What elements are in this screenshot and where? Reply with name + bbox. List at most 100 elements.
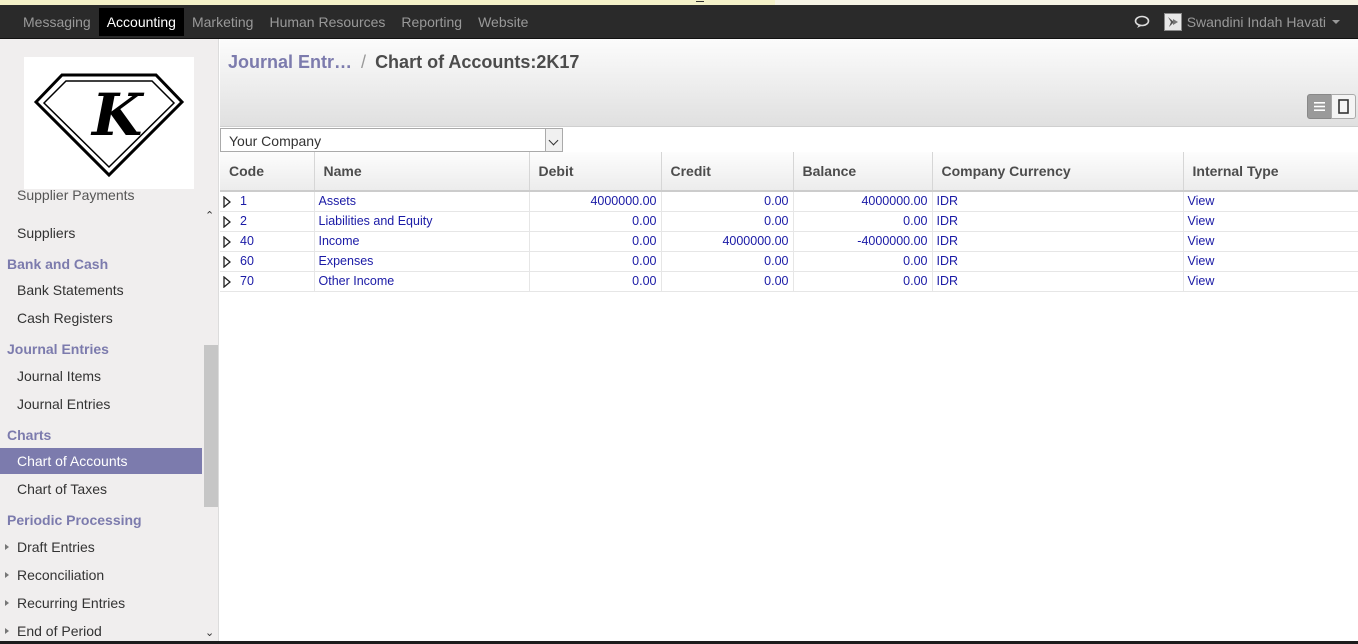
list-view-button[interactable] (1307, 94, 1332, 119)
column-header-debit[interactable]: Debit (529, 152, 662, 192)
column-header-code[interactable]: Code (220, 152, 315, 192)
cell-name[interactable]: Liabilities and Equity (314, 211, 530, 232)
cell-balance[interactable]: 0.00 (793, 271, 933, 292)
column-header-balance[interactable]: Balance (793, 152, 933, 192)
sidebar-item-recurring-entries[interactable]: Recurring Entries (0, 590, 202, 616)
sidebar-item-journal-entries[interactable]: Journal Entries (0, 391, 202, 417)
cell-balance[interactable]: 0.00 (793, 251, 933, 272)
sidebar-item-cash-registers[interactable]: Cash Registers (0, 305, 202, 331)
cell-debit[interactable]: 4000000.00 (529, 191, 662, 212)
cell-code[interactable]: 1 (220, 191, 315, 212)
cell-code[interactable]: 2 (220, 211, 315, 232)
page-title: Chart of Accounts:2K17 (375, 52, 580, 72)
table-row[interactable]: 1 Assets 4000000.00 0.00 4000000.00 IDR … (220, 191, 1358, 212)
cell-debit[interactable]: 0.00 (529, 211, 662, 232)
scrollbar-thumb[interactable] (204, 345, 218, 507)
chat-icon[interactable] (1134, 15, 1150, 29)
cell-code[interactable]: 70 (220, 271, 315, 292)
expand-arrow-icon[interactable] (223, 275, 231, 288)
table-row[interactable]: 60 Expenses 0.00 0.00 0.00 IDR View (220, 251, 1358, 272)
top-menu: Messaging Accounting Marketing Human Res… (15, 5, 536, 39)
breadcrumb-separator: / (361, 52, 367, 72)
sidebar-item-chart-of-taxes[interactable]: Chart of Taxes (0, 476, 202, 502)
table-row[interactable]: 70 Other Income 0.00 0.00 0.00 IDR View (220, 271, 1358, 292)
sidebar-item-label: End of Period (17, 623, 102, 639)
cell-internal-type[interactable]: View (1183, 231, 1358, 252)
cell-internal-type[interactable]: View (1183, 251, 1358, 272)
chevron-down-icon[interactable] (545, 129, 562, 151)
sidebar-item-reconciliation[interactable]: Reconciliation (0, 562, 202, 588)
company-filter-value: Your Company (229, 133, 322, 149)
cell-code-text: 40 (240, 234, 254, 248)
column-header-credit[interactable]: Credit (661, 152, 794, 192)
form-view-button[interactable] (1331, 94, 1356, 119)
menu-marketing[interactable]: Marketing (184, 5, 261, 39)
company-filter-select[interactable]: Your Company (220, 128, 563, 152)
sidebar-item-chart-of-accounts[interactable]: Chart of Accounts (0, 448, 202, 474)
chevron-down-icon[interactable]: ⌄ (205, 626, 214, 639)
cell-debit[interactable]: 0.00 (529, 231, 662, 252)
breadcrumb-parent[interactable]: Journal Entr… (228, 52, 352, 72)
expand-arrow-icon[interactable] (5, 572, 9, 578)
cell-currency[interactable]: IDR (932, 231, 1184, 252)
cell-code[interactable]: 40 (220, 231, 315, 252)
sidebar-scrollbar[interactable]: ⌃ ⌄ (203, 209, 218, 644)
cell-code-text: 70 (240, 274, 254, 288)
cell-balance[interactable]: 0.00 (793, 211, 933, 232)
column-header-name[interactable]: Name (314, 152, 530, 192)
menu-website[interactable]: Website (470, 5, 536, 39)
table-row[interactable]: 2 Liabilities and Equity 0.00 0.00 0.00 … (220, 211, 1358, 232)
cell-balance[interactable]: -4000000.00 (793, 231, 933, 252)
cell-internal-type[interactable]: View (1183, 191, 1358, 212)
logo-letter: K (90, 81, 145, 149)
cell-name[interactable]: Income (314, 231, 530, 252)
cell-code[interactable]: 60 (220, 251, 315, 272)
cell-balance[interactable]: 4000000.00 (793, 191, 933, 212)
menu-reporting[interactable]: Reporting (393, 5, 470, 39)
sidebar-item-label: Draft Entries (17, 539, 95, 555)
company-logo: K (24, 57, 194, 189)
expand-arrow-icon[interactable] (223, 196, 231, 208)
sidebar-item-draft-entries[interactable]: Draft Entries (0, 534, 202, 560)
sidebar-item-supplier-payments[interactable]: Supplier Payments (0, 190, 202, 206)
cell-credit[interactable]: 0.00 (661, 271, 794, 292)
menu-accounting[interactable]: Accounting (98, 8, 184, 36)
avatar[interactable] (1163, 13, 1182, 31)
cell-currency[interactable]: IDR (932, 191, 1184, 212)
expand-arrow-icon[interactable] (223, 235, 231, 248)
expand-arrow-icon[interactable] (5, 544, 9, 550)
menu-human-resources[interactable]: Human Resources (261, 5, 393, 39)
sidebar-item-journal-items[interactable]: Journal Items (0, 363, 202, 389)
table-row[interactable]: 40 Income 0.00 4000000.00 -4000000.00 ID… (220, 231, 1358, 252)
cell-name[interactable]: Expenses (314, 251, 530, 272)
cell-credit[interactable]: 4000000.00 (661, 231, 794, 252)
cell-debit[interactable]: 0.00 (529, 251, 662, 272)
sidebar-category-bank-and-cash: Bank and Cash (7, 256, 109, 272)
cell-currency[interactable]: IDR (932, 251, 1184, 272)
cell-name[interactable]: Assets (314, 191, 530, 212)
cell-internal-type[interactable]: View (1183, 271, 1358, 292)
top-strip-mark (696, 1, 704, 2)
chevron-down-icon[interactable] (1332, 20, 1340, 24)
cell-name[interactable]: Other Income (314, 271, 530, 292)
sidebar-item-label: Reconciliation (17, 567, 105, 583)
chevron-up-icon[interactable]: ⌃ (205, 209, 214, 222)
menu-messaging[interactable]: Messaging (15, 5, 99, 39)
sidebar-item-suppliers[interactable]: Suppliers (0, 220, 202, 246)
cell-credit[interactable]: 0.00 (661, 251, 794, 272)
sidebar-item-bank-statements[interactable]: Bank Statements (0, 277, 202, 303)
user-name[interactable]: Swandini Indah Havati (1187, 14, 1326, 30)
expand-arrow-icon[interactable] (223, 255, 231, 268)
cell-code-text: 1 (240, 194, 247, 209)
expand-arrow-icon[interactable] (5, 600, 9, 606)
cell-currency[interactable]: IDR (932, 211, 1184, 232)
expand-arrow-icon[interactable] (5, 628, 9, 634)
column-header-company-currency[interactable]: Company Currency (932, 152, 1184, 192)
cell-credit[interactable]: 0.00 (661, 191, 794, 212)
expand-arrow-icon[interactable] (223, 215, 231, 228)
cell-debit[interactable]: 0.00 (529, 271, 662, 292)
cell-currency[interactable]: IDR (932, 271, 1184, 292)
cell-credit[interactable]: 0.00 (661, 211, 794, 232)
column-header-internal-type[interactable]: Internal Type (1183, 152, 1358, 192)
cell-internal-type[interactable]: View (1183, 211, 1358, 232)
